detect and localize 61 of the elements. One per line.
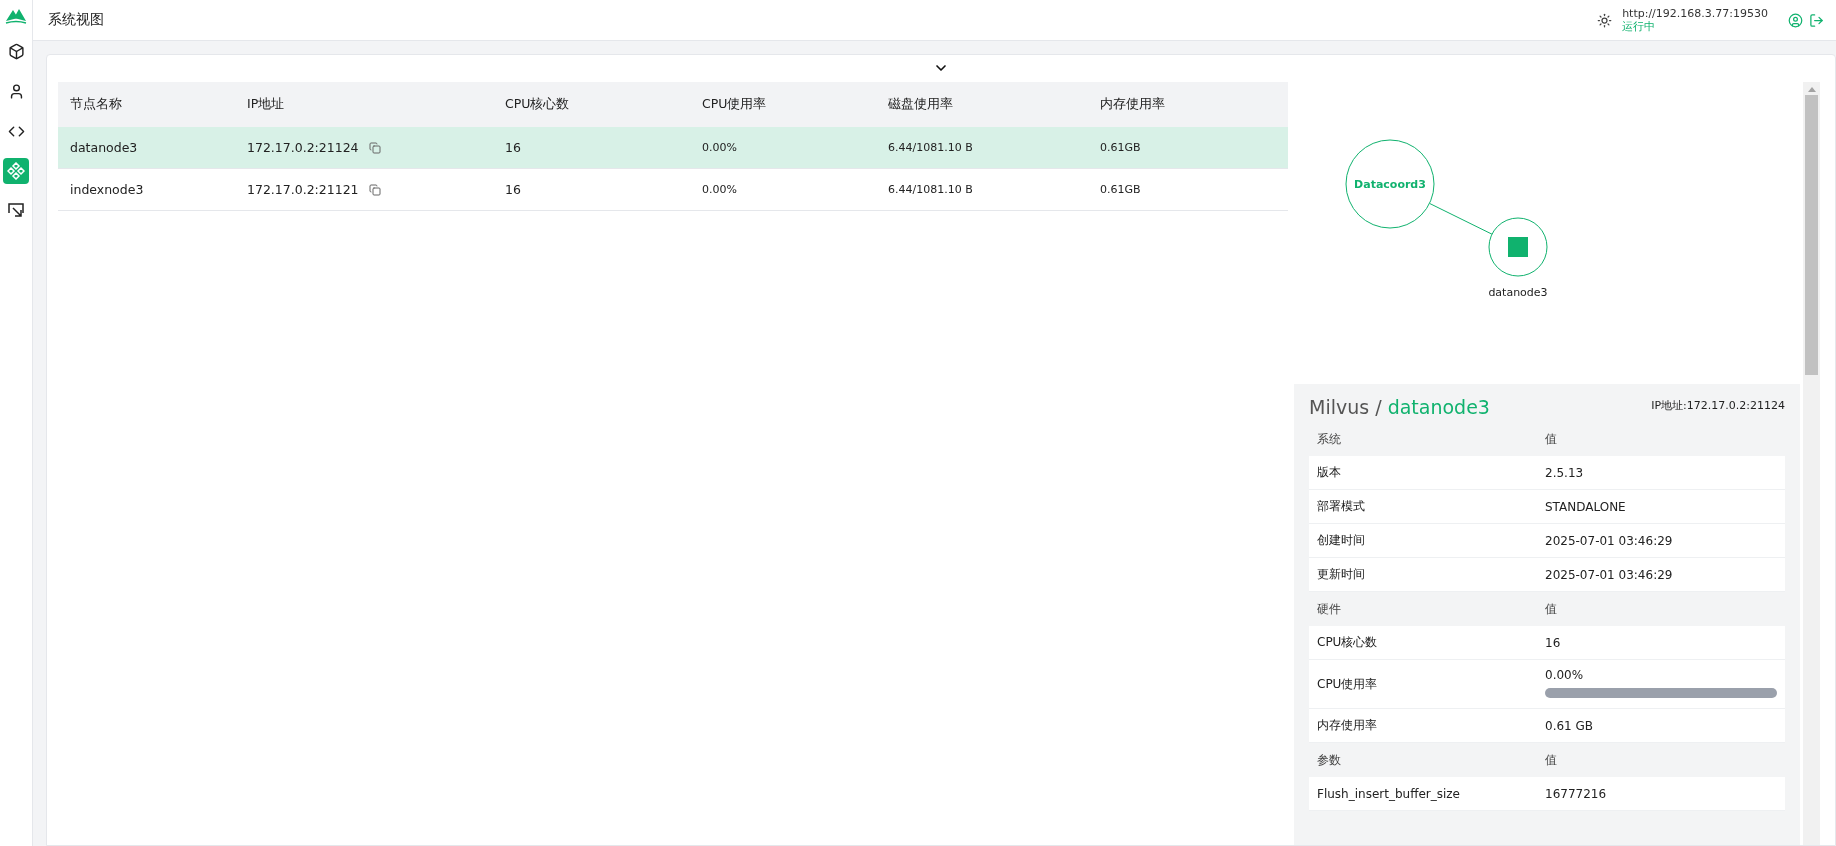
table-cell-text: 16 (504, 140, 522, 155)
property-value: 2025-07-01 03:46:29 (1545, 567, 1674, 582)
ip-address: IP地址:172.17.0.2:21124 (1651, 398, 1785, 413)
property-value: 2.5.13 (1545, 465, 1585, 480)
table-cell-text: 0.00% (701, 183, 738, 196)
logo-icon (5, 8, 27, 24)
column-header: CPU核心数 (504, 96, 571, 113)
sun-icon[interactable] (1597, 12, 1613, 28)
server-url: http://192.168.3.77:19530 (1622, 7, 1768, 20)
table-cell-text: 0.00% (701, 141, 738, 154)
table-cell: 172.17.0.2:21124 (247, 140, 359, 155)
column-header: 内存使用率 (1099, 96, 1166, 113)
node-circle[interactable] (1488, 217, 1548, 277)
node-label: Datacoord3 (1354, 178, 1426, 191)
diamond-grid-icon (7, 162, 25, 180)
box-icon (7, 42, 25, 60)
property-label: CPU使用率 (1316, 675, 1379, 693)
table-cell-text: datanode3 (69, 140, 139, 155)
table-cell-text: 6.44/1081.10 B (887, 183, 974, 196)
column-header: IP地址 (246, 96, 286, 113)
table-cell-text: 0.61GB (1099, 141, 1142, 154)
property-label: CPU核心数 (1316, 634, 1379, 651)
property-label: 创建时间 (1316, 532, 1366, 549)
property-label: 更新时间 (1316, 566, 1366, 583)
table-cell: 172.17.0.2:21121 (247, 182, 359, 197)
table-cell-text: 0.61GB (1099, 183, 1142, 196)
node-label: datanode3 (1488, 286, 1548, 299)
scrollbar[interactable] (1803, 82, 1820, 845)
value-heading: 值 (1545, 751, 1558, 769)
property-value: 2025-07-01 03:46:29 (1545, 533, 1674, 548)
breadcrumb: Milvus / datanode3 (1309, 396, 1490, 418)
value-heading: 值 (1545, 600, 1558, 618)
property-value: 0.00% (1545, 668, 1585, 682)
logout-button[interactable] (1809, 12, 1824, 28)
column-header: 磁盘使用率 (887, 96, 954, 113)
property-label: Flush_insert_buffer_size (1316, 786, 1461, 801)
property-value: 16777216 (1545, 786, 1608, 801)
connector-line (1429, 202, 1493, 235)
copy-button[interactable] (368, 183, 381, 196)
section-heading: 参数 (1316, 751, 1342, 769)
section-heading: 硬件 (1316, 600, 1342, 618)
table-cell-text: 16 (504, 182, 522, 197)
server-status: 运行中 (1622, 20, 1657, 33)
account-button[interactable] (1788, 12, 1803, 28)
column-header: CPU使用率 (701, 96, 768, 113)
page-title: 系统视图 (48, 11, 105, 29)
table-row[interactable]: datanode3 172.17.0.2:21124 16 0.00% 6.44/1081.10 B 0.61GB (58, 127, 1288, 169)
property-label: 版本 (1316, 464, 1342, 481)
property-value: STANDALONE (1545, 499, 1627, 514)
column-header: 节点名称 (69, 96, 123, 113)
table-cell-text: indexnode3 (69, 182, 145, 197)
copy-button[interactable] (368, 141, 381, 154)
arrow-box-icon (8, 203, 24, 219)
coordinator-node[interactable] (1345, 139, 1435, 229)
property-label: 内存使用率 (1316, 717, 1378, 734)
table-cell-text: 6.44/1081.10 B (887, 141, 974, 154)
property-label: 部署模式 (1316, 498, 1366, 515)
property-value: 0.61 GB (1545, 718, 1595, 733)
value-heading: 值 (1545, 430, 1558, 448)
section-heading: 系统 (1316, 430, 1342, 448)
property-value: 16 (1545, 635, 1562, 650)
